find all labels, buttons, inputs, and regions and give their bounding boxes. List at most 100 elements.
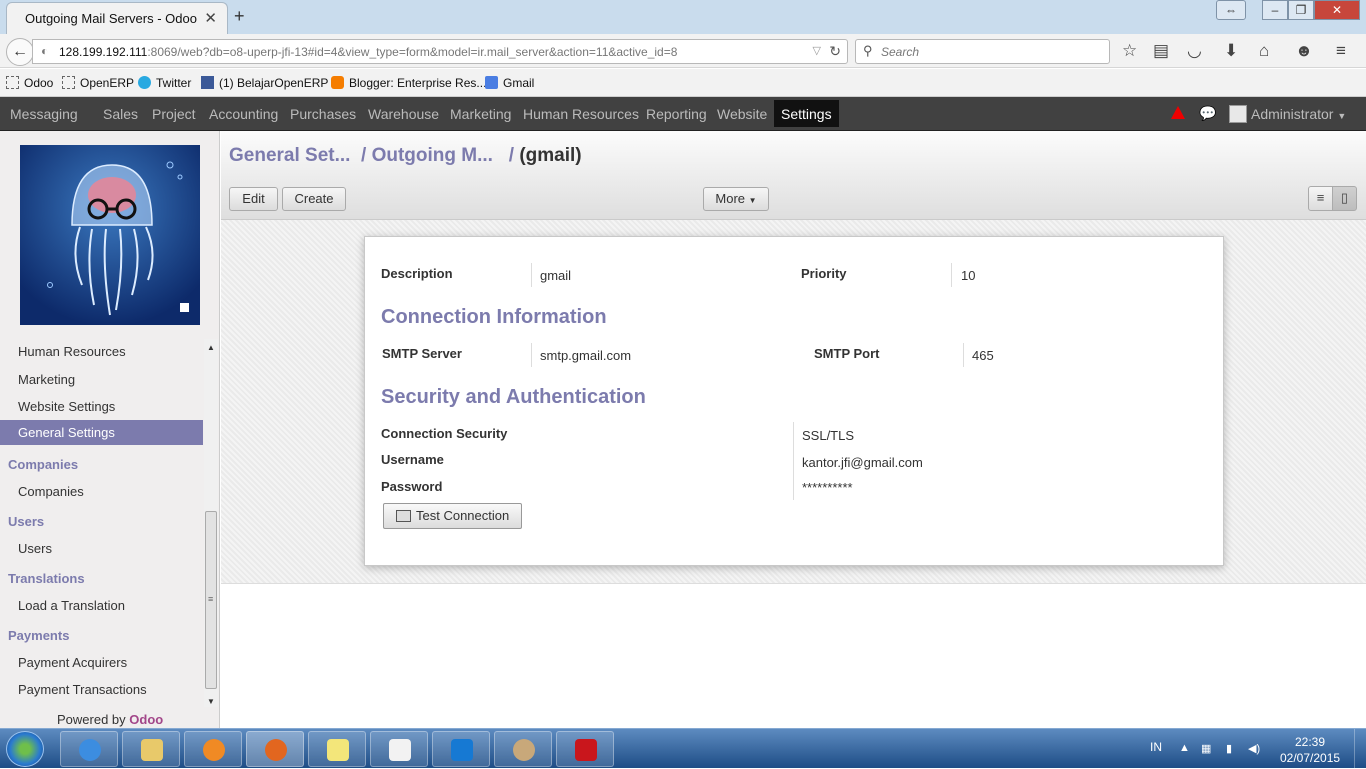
download-icon[interactable]: ⬇ xyxy=(1224,41,1238,61)
menu-warehouse[interactable]: Warehouse xyxy=(368,106,439,122)
minimize-window-icon[interactable]: – xyxy=(1262,0,1288,20)
sidebar-item-website-settings[interactable]: Website Settings xyxy=(18,399,115,414)
menu-accounting[interactable]: Accounting xyxy=(209,106,278,122)
clock-date: 02/07/2015 xyxy=(1280,751,1341,765)
scroll-down-icon[interactable]: ▼ xyxy=(207,697,215,706)
menu-sales[interactable]: Sales xyxy=(103,106,138,122)
restore-window-icon[interactable]: ⇔ xyxy=(1216,0,1246,20)
search-icon: ⚲ xyxy=(863,43,873,58)
bookmark-star-icon[interactable]: ☆ xyxy=(1122,41,1137,61)
menu-hamburger-icon[interactable]: ≡ xyxy=(1336,41,1346,61)
browser-navbar: ← ◐ 128.199.192.111:8069/web?db=o8-uperp… xyxy=(0,34,1366,68)
menu-project[interactable]: Project xyxy=(152,106,196,122)
teamviewer-icon[interactable] xyxy=(432,731,490,767)
more-button[interactable]: More ▼ xyxy=(703,187,769,211)
user-name: Administrator xyxy=(1251,106,1334,122)
bookmark-gmail[interactable]: Gmail xyxy=(485,76,534,90)
pocket-icon[interactable]: ◡ xyxy=(1187,41,1202,61)
breadcrumb-outgoing-mail[interactable]: Outgoing M... xyxy=(372,145,493,166)
notes-icon[interactable] xyxy=(308,731,366,767)
menu-website[interactable]: Website xyxy=(717,106,767,122)
system-clock[interactable]: 22:39 02/07/2015 xyxy=(1280,734,1340,766)
google-icon xyxy=(485,76,498,89)
browser-tab[interactable]: Outgoing Mail Servers - Odoo ✕ xyxy=(6,2,228,34)
back-arrow-icon[interactable]: ← xyxy=(6,38,34,66)
bookmark-twitter[interactable]: Twitter xyxy=(138,76,191,90)
menu-purchases[interactable]: Purchases xyxy=(290,106,356,122)
section-security-authentication: Security and Authentication xyxy=(381,386,646,408)
media-player-icon[interactable] xyxy=(184,731,242,767)
blogger-icon xyxy=(331,76,344,89)
avatar[interactable] xyxy=(1229,105,1247,123)
language-indicator[interactable]: IN xyxy=(1150,740,1162,754)
bookmark-blogger[interactable]: Blogger: Enterprise Res... xyxy=(331,76,486,90)
close-tab-icon[interactable]: ✕ xyxy=(204,9,217,27)
section-connection-information: Connection Information xyxy=(381,306,607,328)
powered-brand-link[interactable]: Odoo xyxy=(129,712,163,727)
home-icon[interactable]: ⌂ xyxy=(1259,41,1269,61)
start-button[interactable] xyxy=(6,731,44,767)
bookmark-openerp[interactable]: OpenERP xyxy=(62,76,134,90)
warning-icon[interactable] xyxy=(1171,106,1185,119)
reading-list-icon[interactable]: ▤ xyxy=(1153,41,1169,61)
bookmark-label: OpenERP xyxy=(80,76,135,90)
acrobat-icon[interactable] xyxy=(556,731,614,767)
sidebar-item-load-translation[interactable]: Load a Translation xyxy=(18,598,125,613)
tray-expand-icon[interactable]: ▲ xyxy=(1179,742,1190,754)
file-explorer-icon[interactable] xyxy=(122,731,180,767)
sidebar-header-translations: Translations xyxy=(8,571,85,586)
divider xyxy=(951,263,952,287)
user-menu[interactable]: Administrator ▼ xyxy=(1251,106,1346,122)
sidebar-item-companies[interactable]: Companies xyxy=(18,484,84,499)
test-connection-icon xyxy=(396,510,411,522)
address-bar[interactable]: ◐ 128.199.192.111:8069/web?db=o8-uperp-j… xyxy=(32,39,848,64)
menu-settings[interactable]: Settings xyxy=(774,100,839,127)
list-view-icon[interactable]: ≡ xyxy=(1308,186,1333,211)
bookmark-facebook[interactable]: (1) BelajarOpenERP xyxy=(201,76,328,90)
menu-human-resources[interactable]: Human Resources xyxy=(523,106,639,122)
network-icon[interactable]: ▦ xyxy=(1201,742,1211,755)
show-desktop-button[interactable] xyxy=(1354,729,1366,769)
reload-icon[interactable]: ↻ xyxy=(829,43,841,60)
form-view-icon[interactable]: ▯ xyxy=(1332,186,1357,211)
sidebar-item-payment-transactions[interactable]: Payment Transactions xyxy=(18,682,147,697)
menu-marketing[interactable]: Marketing xyxy=(450,106,511,122)
sidebar: Human Resources Marketing Website Settin… xyxy=(0,131,220,728)
internet-explorer-icon[interactable] xyxy=(60,731,118,767)
breadcrumb-separator: / xyxy=(498,145,520,166)
sidebar-item-payment-acquirers[interactable]: Payment Acquirers xyxy=(18,655,127,670)
sidebar-header-users: Users xyxy=(8,514,45,529)
search-box[interactable]: ⚲ Search xyxy=(855,39,1110,64)
url-dropdown-icon[interactable]: ▽ xyxy=(813,44,821,57)
breadcrumb-general-settings[interactable]: General Set... xyxy=(229,145,350,166)
sidebar-item-users[interactable]: Users xyxy=(18,541,52,556)
bookmark-odoo[interactable]: Odoo xyxy=(6,76,53,90)
sidebar-item-human-resources[interactable]: Human Resources xyxy=(18,344,126,359)
bookmark-label: Gmail xyxy=(503,76,535,90)
maximize-window-icon[interactable]: ❐ xyxy=(1288,0,1314,20)
reader-icon[interactable] xyxy=(370,731,428,767)
bookmark-label: Odoo xyxy=(24,76,54,90)
menu-reporting[interactable]: Reporting xyxy=(646,106,707,122)
breadcrumb-current: (gmail) xyxy=(519,145,582,166)
menu-messaging[interactable]: Messaging xyxy=(10,106,78,122)
sidebar-item-marketing[interactable]: Marketing xyxy=(18,372,75,387)
edit-button[interactable]: Edit xyxy=(229,187,278,211)
test-connection-button[interactable]: Test Connection xyxy=(383,503,522,529)
scroll-up-icon[interactable]: ▲ xyxy=(207,343,215,352)
close-window-icon[interactable]: ✕ xyxy=(1314,0,1360,20)
battery-icon[interactable]: ▮ xyxy=(1226,742,1232,755)
chat-smiley-icon[interactable]: ☻ xyxy=(1295,41,1313,61)
create-button[interactable]: Create xyxy=(282,187,346,211)
url-path: :8069/web?db=o8-uperp-jfi-13#id=4&view_t… xyxy=(147,45,678,59)
chat-icon[interactable]: 💬 xyxy=(1199,105,1216,122)
site-info-icon[interactable]: ◐ xyxy=(41,44,48,58)
new-tab-icon[interactable]: + xyxy=(234,6,245,27)
paint-icon[interactable] xyxy=(494,731,552,767)
volume-icon[interactable]: ◀) xyxy=(1248,742,1260,755)
smtp-server-field: smtp.gmail.com xyxy=(540,348,632,363)
firefox-icon[interactable] xyxy=(246,731,304,767)
sidebar-item-general-settings[interactable]: General Settings xyxy=(0,420,203,445)
sidebar-scroll-thumb[interactable]: ≡ xyxy=(205,511,217,689)
bookmark-label: Twitter xyxy=(156,76,192,90)
